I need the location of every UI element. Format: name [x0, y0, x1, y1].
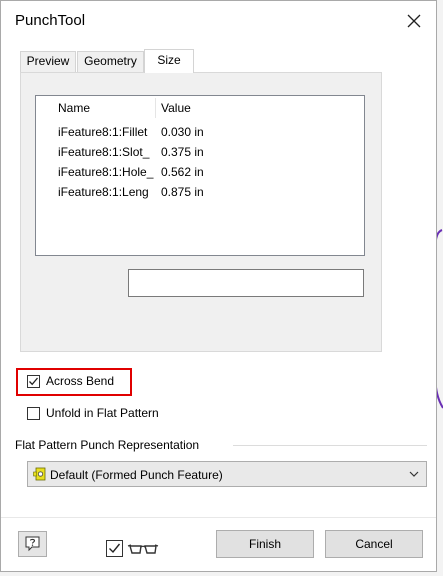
footer-divider	[1, 517, 436, 518]
finish-button[interactable]: Finish	[216, 530, 314, 558]
help-icon	[25, 536, 40, 552]
help-button[interactable]	[18, 531, 47, 557]
row-value: 0.030 in	[161, 125, 204, 139]
size-parameters-list[interactable]: Name Value iFeature8:1:Fillet 0.030 in i…	[35, 95, 365, 256]
flat-pattern-representation-dropdown[interactable]: Default (Formed Punch Feature)	[27, 461, 427, 487]
table-row[interactable]: iFeature8:1:Hole_ 0.562 in	[36, 162, 364, 182]
table-row[interactable]: iFeature8:1:Slot_ 0.375 in	[36, 142, 364, 162]
dropdown-selected-value: Default (Formed Punch Feature)	[50, 468, 223, 482]
title-bar: PunchTool	[1, 1, 436, 41]
tab-preview[interactable]: Preview	[20, 51, 76, 72]
chevron-down-icon	[409, 471, 419, 477]
column-header-name[interactable]: Name	[58, 101, 90, 115]
across-bend-label: Across Bend	[46, 374, 115, 388]
row-value: 0.375 in	[161, 145, 204, 159]
preview-checkbox[interactable]	[106, 540, 123, 557]
column-header-value[interactable]: Value	[161, 101, 191, 115]
punch-feature-icon	[33, 467, 46, 481]
value-edit-field[interactable]	[128, 269, 364, 297]
table-row[interactable]: iFeature8:1:Leng 0.875 in	[36, 182, 364, 202]
close-icon	[407, 14, 421, 28]
table-row[interactable]: iFeature8:1:Fillet 0.030 in	[36, 122, 364, 142]
dialog-title: PunchTool	[15, 12, 86, 29]
row-name: iFeature8:1:Slot_	[58, 145, 150, 159]
tab-geometry[interactable]: Geometry	[77, 51, 144, 72]
tab-size[interactable]: Size	[144, 49, 194, 73]
checkmark-icon	[109, 543, 121, 554]
column-separator[interactable]	[155, 98, 156, 118]
row-value: 0.875 in	[161, 185, 204, 199]
cancel-button[interactable]: Cancel	[325, 530, 423, 558]
unfold-flat-pattern-label: Unfold in Flat Pattern	[46, 406, 159, 420]
close-button[interactable]	[398, 5, 430, 37]
across-bend-checkbox[interactable]	[27, 375, 40, 388]
size-tab-panel: Name Value iFeature8:1:Fillet 0.030 in i…	[20, 72, 382, 352]
punchtool-dialog: PunchTool Preview Geometry Size Name Val…	[0, 0, 437, 572]
row-name: iFeature8:1:Hole_	[58, 165, 154, 179]
group-divider	[233, 445, 427, 446]
flat-pattern-group-label: Flat Pattern Punch Representation	[15, 438, 200, 452]
row-name: iFeature8:1:Leng	[58, 185, 149, 199]
row-value: 0.562 in	[161, 165, 204, 179]
checkmark-icon	[29, 377, 38, 386]
glasses-icon	[127, 544, 159, 554]
row-name: iFeature8:1:Fillet	[58, 125, 148, 139]
list-header: Name Value	[36, 96, 364, 120]
unfold-flat-pattern-checkbox[interactable]	[27, 407, 40, 420]
